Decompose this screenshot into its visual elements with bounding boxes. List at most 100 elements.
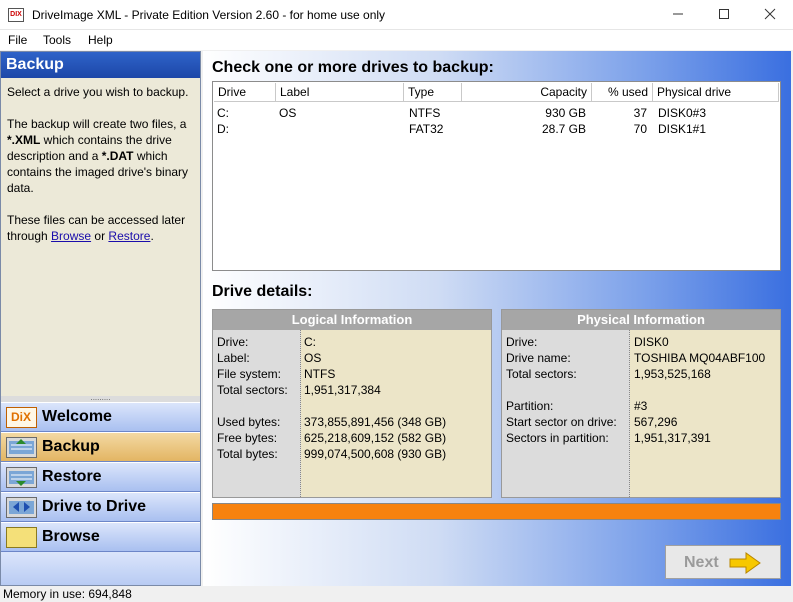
nav-welcome[interactable]: DiX Welcome bbox=[1, 402, 200, 432]
close-icon bbox=[764, 8, 776, 20]
cell-capacity: 28.7 GB bbox=[541, 122, 586, 136]
column-label[interactable]: Label bbox=[276, 83, 404, 102]
app-icon: DIX bbox=[8, 8, 24, 22]
restore-icon bbox=[6, 467, 37, 488]
cell-type: FAT32 bbox=[409, 122, 444, 136]
info-label: Total sectors: bbox=[217, 383, 288, 397]
menu-help[interactable]: Help bbox=[88, 33, 113, 47]
logical-info-panel: Logical Information Drive: C: Label: OS … bbox=[212, 309, 492, 498]
next-button[interactable]: Next bbox=[665, 545, 781, 579]
close-button[interactable] bbox=[747, 0, 793, 30]
help-description: The backup will create two files, a *.XM… bbox=[7, 116, 197, 196]
info-label: Sectors in partition: bbox=[506, 431, 609, 445]
progress-bar bbox=[212, 503, 781, 520]
info-value: C: bbox=[304, 335, 316, 349]
arrow-right-icon bbox=[729, 552, 761, 574]
dix-icon: DiX bbox=[6, 407, 37, 428]
details-heading: Drive details: bbox=[212, 283, 313, 300]
logical-info-title: Logical Information bbox=[213, 310, 491, 330]
left-panel-title: Backup bbox=[1, 52, 200, 78]
info-value: 567,296 bbox=[634, 415, 678, 429]
physical-info-panel: Physical Information Drive: DISK0 Drive … bbox=[501, 309, 781, 498]
dix-icon-text: DiX bbox=[11, 410, 32, 424]
restore-link[interactable]: Restore bbox=[108, 229, 150, 243]
info-label: Total sectors: bbox=[506, 367, 577, 381]
minimize-icon bbox=[673, 13, 683, 15]
nav-backup-label: Backup bbox=[42, 438, 100, 455]
info-label: Partition: bbox=[506, 399, 554, 413]
main-panel: Check one or more drives to backup: Driv… bbox=[203, 51, 791, 586]
status-bar: Memory in use: 694,848 bbox=[0, 586, 793, 602]
cell-drive: C: bbox=[217, 106, 229, 120]
info-label: Total bytes: bbox=[217, 447, 278, 461]
info-value: 373,855,891,456 (348 GB) bbox=[304, 415, 447, 429]
backup-icon bbox=[6, 437, 37, 458]
maximize-button[interactable] bbox=[701, 0, 747, 30]
info-value: TOSHIBA MQ04ABF100 bbox=[634, 351, 766, 365]
folder-icon bbox=[6, 527, 37, 548]
info-label: Free bytes: bbox=[217, 431, 278, 445]
left-panel: Backup Select a drive you wish to backup… bbox=[0, 51, 201, 586]
maximize-icon bbox=[719, 9, 729, 19]
help-text: . bbox=[150, 229, 154, 243]
column-capacity[interactable]: Capacity bbox=[462, 83, 592, 102]
column-used[interactable]: % used bbox=[592, 83, 653, 102]
info-label: Used bytes: bbox=[217, 415, 281, 429]
physical-info-title: Physical Information bbox=[502, 310, 780, 330]
info-value: 1,951,317,384 bbox=[304, 383, 381, 397]
cell-used: 37 bbox=[633, 106, 647, 120]
drives-heading: Check one or more drives to backup: bbox=[212, 59, 494, 76]
cell-capacity: 930 GB bbox=[545, 106, 586, 120]
info-value: 1,953,525,168 bbox=[634, 367, 711, 381]
memory-status: Memory in use: 694,848 bbox=[3, 587, 132, 601]
title-bar: DIX DriveImage XML - Private Edition Ver… bbox=[0, 0, 793, 30]
column-type[interactable]: Type bbox=[404, 83, 462, 102]
nav-drive-to-drive[interactable]: Drive to Drive bbox=[1, 492, 200, 522]
info-label: Drive: bbox=[217, 335, 249, 349]
info-value: OS bbox=[304, 351, 322, 365]
info-label: Start sector on drive: bbox=[506, 415, 617, 429]
drive-list[interactable]: Drive Label Type Capacity % used Physica… bbox=[212, 81, 781, 271]
drive-to-drive-icon bbox=[6, 497, 37, 518]
nav-drive-to-drive-label: Drive to Drive bbox=[42, 498, 147, 515]
menu-tools[interactable]: Tools bbox=[43, 33, 71, 47]
nav-browse-label: Browse bbox=[42, 528, 100, 545]
nav-backup[interactable]: Backup bbox=[1, 432, 200, 462]
cell-physical: DISK1#1 bbox=[658, 122, 707, 136]
nav-restore[interactable]: Restore bbox=[1, 462, 200, 492]
column-physical[interactable]: Physical drive bbox=[653, 83, 779, 102]
xml-extension: *.XML bbox=[7, 133, 41, 147]
help-text: or bbox=[91, 229, 109, 243]
cell-physical: DISK0#3 bbox=[658, 106, 707, 120]
cell-type: NTFS bbox=[409, 106, 441, 120]
column-drive[interactable]: Drive bbox=[214, 83, 276, 102]
help-access: These files can be accessed later throug… bbox=[7, 212, 197, 244]
cell-drive: D: bbox=[217, 122, 229, 136]
info-value: 999,074,500,608 (930 GB) bbox=[304, 447, 447, 461]
info-label: Label: bbox=[217, 351, 250, 365]
info-label: File system: bbox=[217, 367, 282, 381]
next-button-label: Next bbox=[684, 554, 719, 571]
info-value: DISK0 bbox=[634, 335, 669, 349]
cell-used: 70 bbox=[633, 122, 647, 136]
menu-bar: File Tools Help bbox=[0, 30, 793, 50]
help-text: The backup will create two files, a bbox=[7, 117, 187, 131]
nav-welcome-label: Welcome bbox=[42, 408, 112, 425]
dat-extension: *.DAT bbox=[101, 149, 134, 163]
cell-label: OS bbox=[279, 106, 297, 120]
info-value: #3 bbox=[634, 399, 648, 413]
info-label: Drive name: bbox=[506, 351, 571, 365]
minimize-button[interactable] bbox=[655, 0, 701, 30]
help-intro: Select a drive you wish to backup. bbox=[7, 85, 189, 99]
left-panel-help: Select a drive you wish to backup. The b… bbox=[7, 84, 197, 260]
nav-filler bbox=[1, 552, 200, 585]
browse-link[interactable]: Browse bbox=[51, 229, 91, 243]
progress-fill bbox=[213, 504, 780, 519]
info-value: 625,218,609,152 (582 GB) bbox=[304, 431, 447, 445]
menu-file[interactable]: File bbox=[8, 33, 27, 47]
info-label: Drive: bbox=[506, 335, 538, 349]
nav-restore-label: Restore bbox=[42, 468, 102, 485]
nav-browse[interactable]: Browse bbox=[1, 522, 200, 552]
window-title: DriveImage XML - Private Edition Version… bbox=[32, 8, 386, 22]
info-value: NTFS bbox=[304, 367, 336, 381]
